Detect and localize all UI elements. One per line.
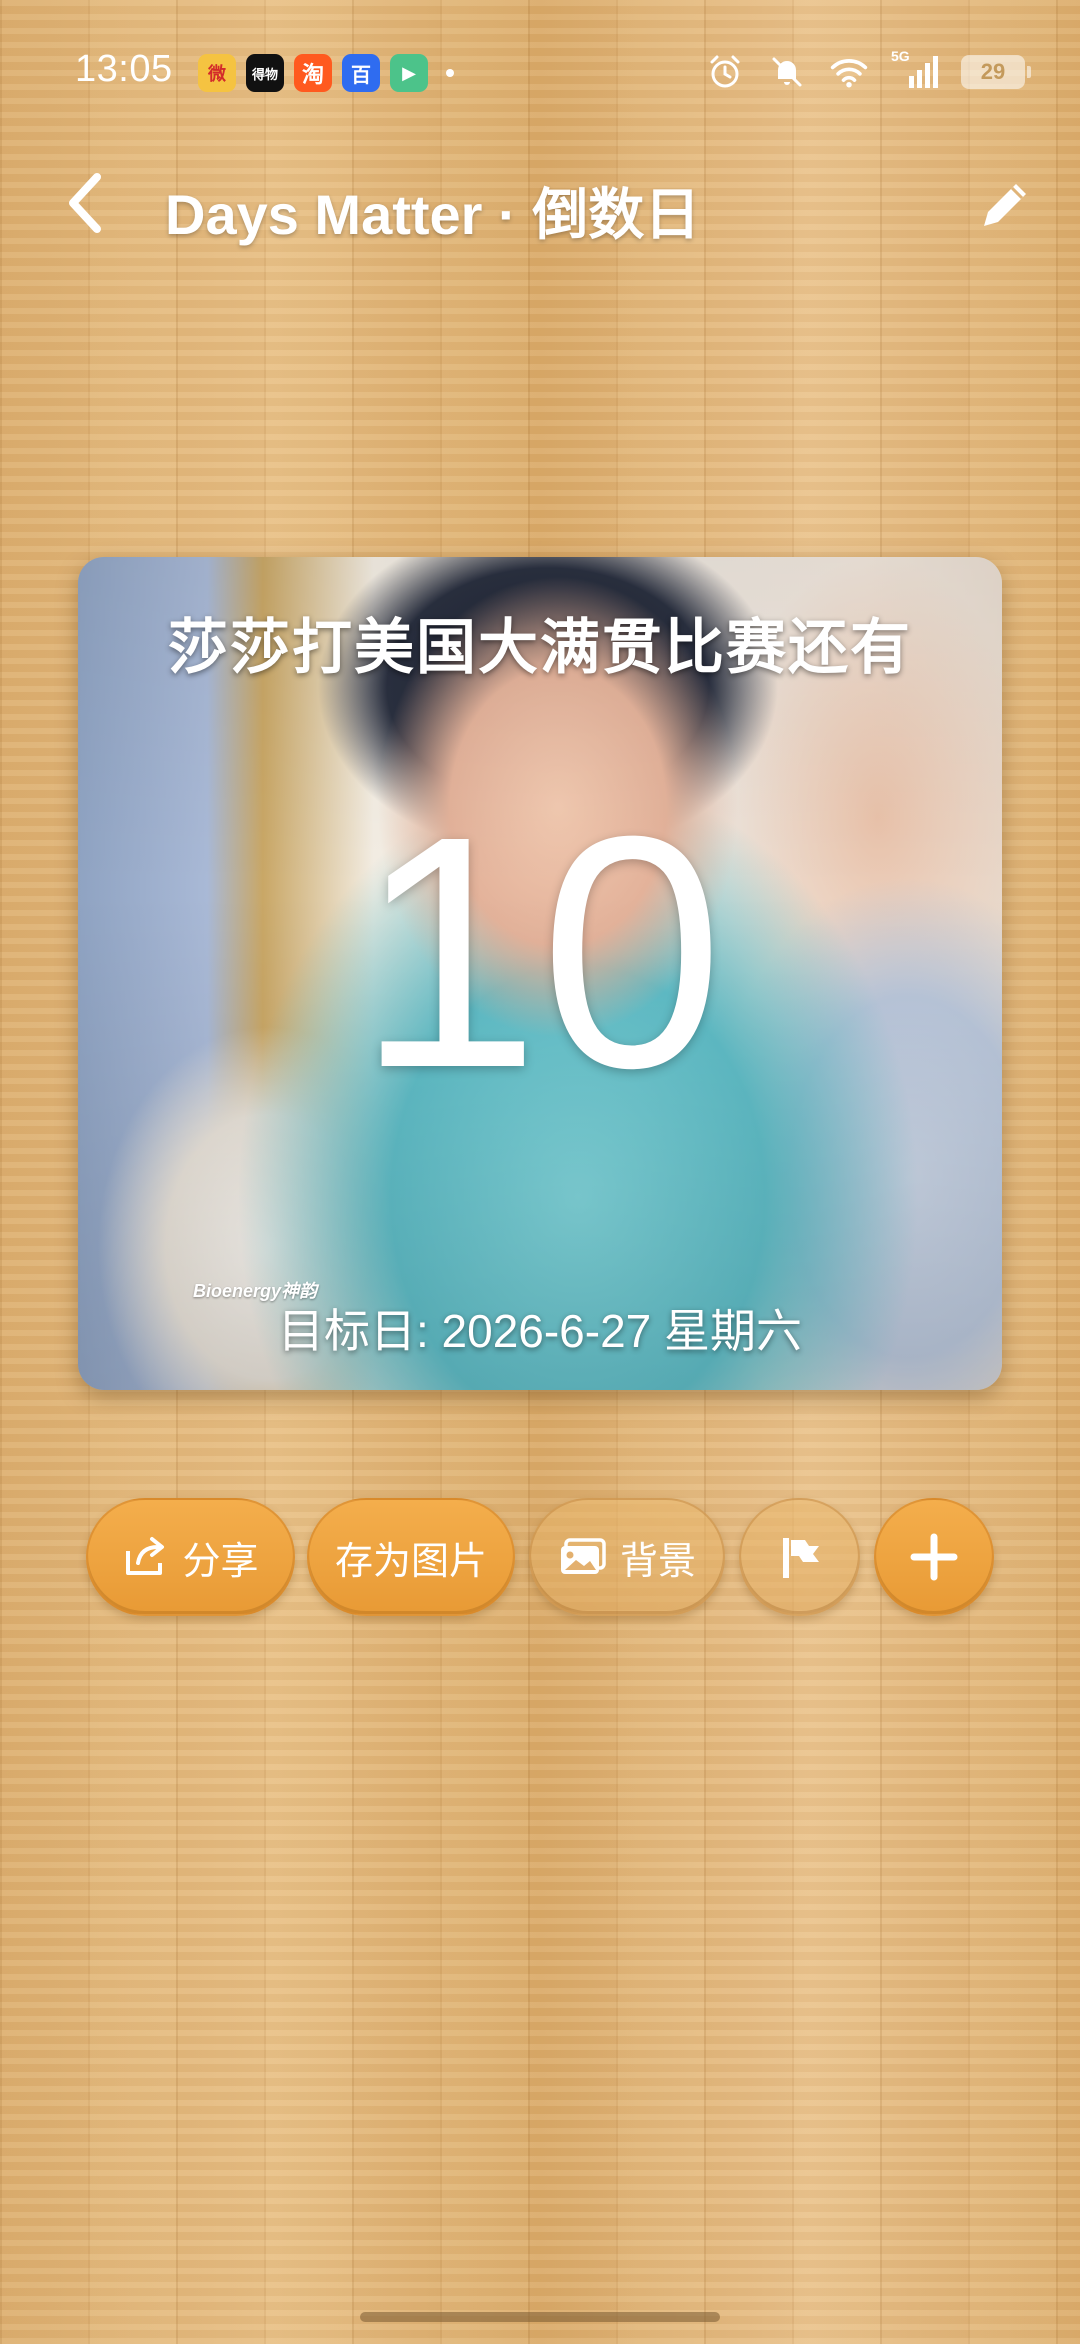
page-title: Days Matter · 倒数日 — [165, 183, 701, 246]
home-indicator[interactable] — [360, 2312, 720, 2322]
event-title: 莎莎打美国大满贯比赛还有 — [168, 614, 912, 681]
taobao-icon: 淘 — [294, 54, 332, 92]
alarm-icon — [705, 52, 745, 92]
image-icon — [560, 1538, 606, 1574]
back-button[interactable] — [50, 168, 120, 238]
system-icons: 5G 29 — [705, 48, 1031, 92]
share-icon — [126, 1537, 165, 1575]
plus-icon — [910, 1533, 958, 1581]
action-bar: 分享 存为图片 背景 — [0, 1498, 1080, 1618]
battery-level: 29 — [980, 59, 1006, 84]
battery-icon: 29 — [961, 55, 1031, 89]
background-label: 背景 — [619, 1540, 696, 1583]
add-button[interactable] — [874, 1498, 994, 1616]
status-time: 13:05 — [75, 48, 173, 90]
days-remaining: 10 — [356, 767, 724, 1136]
save-image-button[interactable]: 存为图片 — [307, 1498, 515, 1616]
signal-icon: 5G — [891, 48, 939, 92]
dewu-icon: 得物 — [246, 54, 284, 92]
weibo-icon: 微 — [198, 54, 236, 92]
edit-button[interactable] — [970, 170, 1040, 240]
flag-icon — [782, 1538, 819, 1578]
flag-button[interactable] — [739, 1498, 860, 1616]
app-header: Days Matter · 倒数日 — [0, 150, 1080, 260]
notification-icons: 微 得物 淘 百 ▶ — [198, 54, 454, 92]
pencil-icon — [984, 184, 1026, 226]
status-bar: 13:05 微 得物 淘 百 ▶ 5G 29 — [0, 0, 1080, 140]
baidu-icon: 百 — [342, 54, 380, 92]
background-button[interactable]: 背景 — [529, 1498, 725, 1616]
save-image-label: 存为图片 — [334, 1540, 487, 1583]
wifi-icon — [829, 52, 869, 92]
target-date: 目标日: 2026-6-27 星期六 — [277, 1305, 803, 1357]
mute-icon — [767, 52, 807, 92]
more-notifications-dot — [446, 69, 454, 77]
network-type-label: 5G — [891, 48, 910, 64]
share-label: 分享 — [182, 1540, 259, 1583]
video-app-icon: ▶ — [390, 54, 428, 92]
countdown-card[interactable]: 莎莎打美国大满贯比赛还有 10 Bioenergy神韵 目标日: 2026-6-… — [78, 557, 1002, 1390]
chevron-left-icon — [69, 173, 101, 233]
share-button[interactable]: 分享 — [86, 1498, 295, 1616]
